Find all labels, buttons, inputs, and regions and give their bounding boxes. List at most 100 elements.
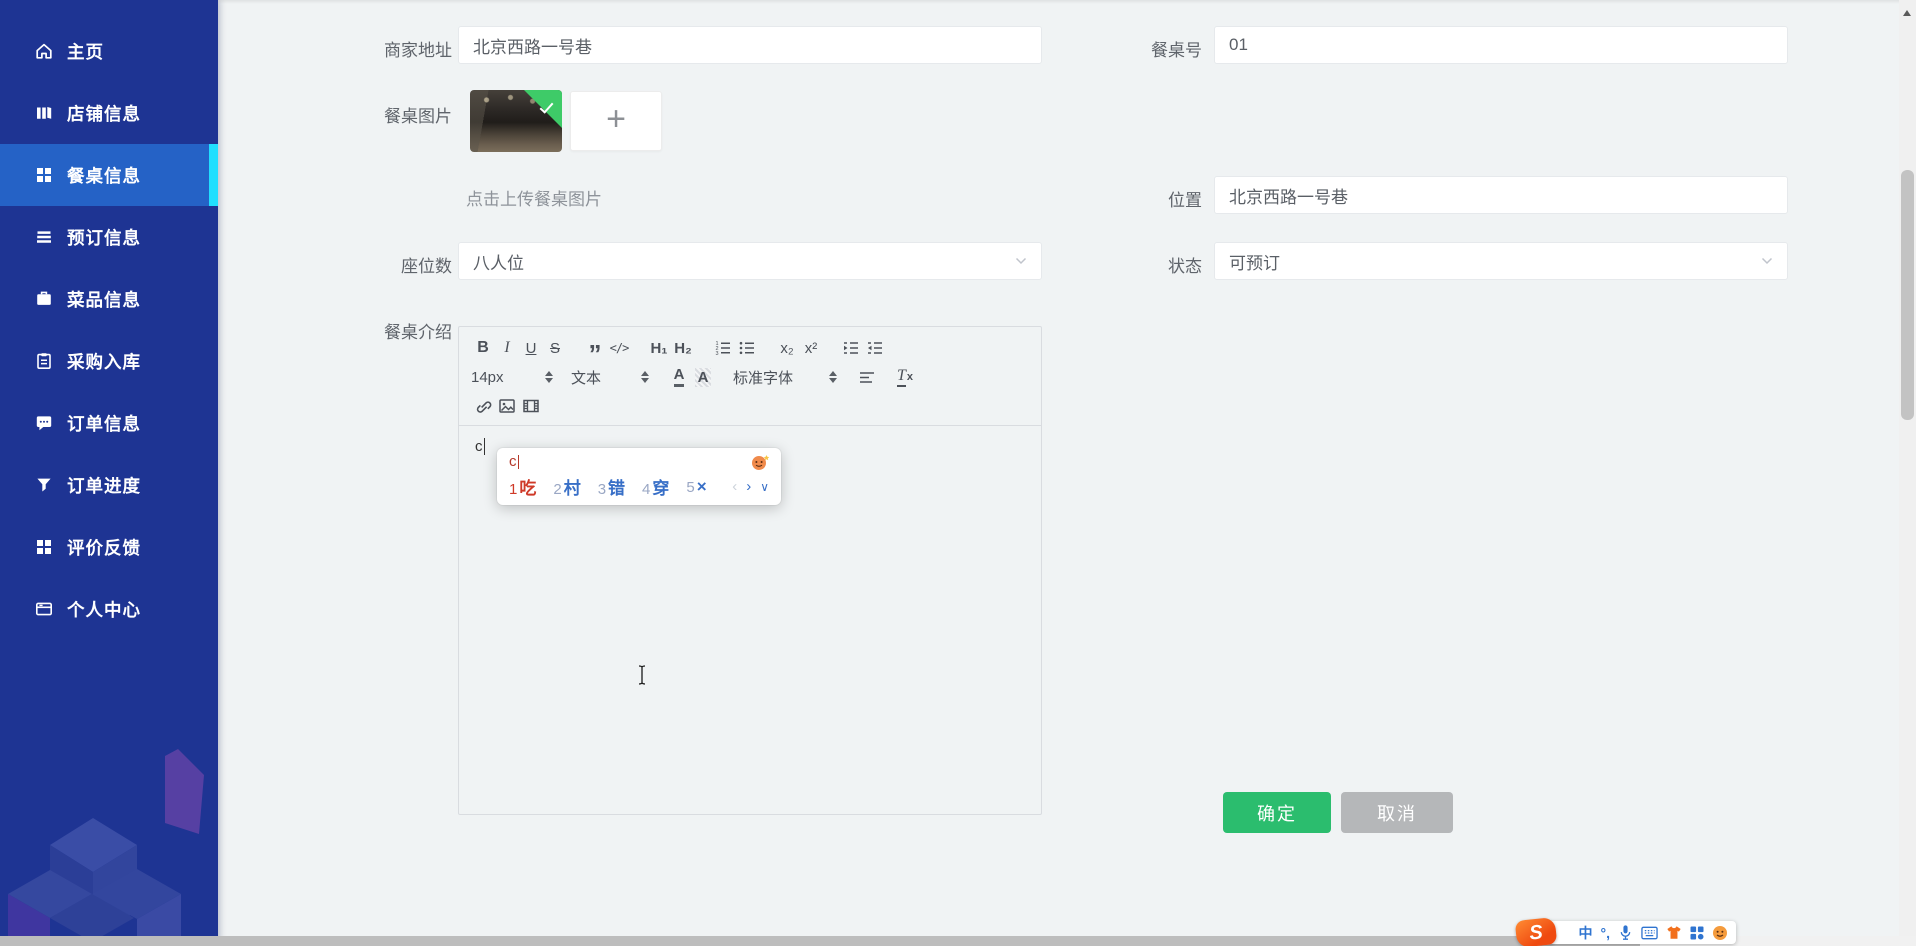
strikethrough-button[interactable]: S <box>543 337 567 359</box>
table-no-label: 餐桌号 <box>1151 41 1202 60</box>
confirm-button[interactable]: 确定 <box>1223 792 1331 833</box>
purchase-clipboard-icon <box>34 351 54 371</box>
italic-button[interactable]: I <box>495 337 519 359</box>
microphone-icon[interactable] <box>1618 924 1633 941</box>
sidebar-decoration-cubes <box>8 749 204 946</box>
indent-button[interactable] <box>863 337 887 359</box>
ime-candidate-popup: c 1吃 2村 3错 4穿 5 × ‹ › ∨ <box>497 448 781 505</box>
header1-button[interactable]: H₁ <box>647 337 671 359</box>
sidebar-item-feedback[interactable]: 评价反馈 <box>0 516 218 578</box>
sidebar-item-shop-info[interactable]: 店铺信息 <box>0 82 218 144</box>
home-icon <box>34 41 54 61</box>
sidebar-item-dish-info[interactable]: 菜品信息 <box>0 268 218 330</box>
editor-toolbar: B I U S ” </> H₁ H₂ 123 x₂ x² 14px 文本 A … <box>459 327 1041 426</box>
ime-caret <box>517 454 519 469</box>
table-no-input[interactable] <box>1214 26 1788 64</box>
sidebar-item-reservation-info[interactable]: 预订信息 <box>0 206 218 268</box>
horizontal-scrollbar-thumb[interactable] <box>0 936 1640 946</box>
keyboard-icon[interactable] <box>1641 926 1658 940</box>
bold-button[interactable]: B <box>471 337 495 359</box>
font-size-select[interactable]: 14px <box>471 369 553 386</box>
shop-icon <box>34 103 54 123</box>
scroll-up-arrow-icon[interactable] <box>1903 6 1911 16</box>
underline-button[interactable]: U <box>519 337 543 359</box>
add-image-button[interactable]: + <box>570 91 662 151</box>
sidebar-item-label: 店铺信息 <box>67 103 141 124</box>
sogou-punctuation-button[interactable]: °, <box>1601 925 1611 941</box>
code-block-button[interactable]: </> <box>607 337 631 359</box>
merchant-address-input[interactable] <box>458 26 1042 64</box>
toolbox-grid-icon[interactable] <box>1690 926 1704 940</box>
ime-candidate[interactable]: 3错 <box>598 474 625 499</box>
sidebar-item-label: 菜品信息 <box>67 289 141 310</box>
sidebar-item-profile[interactable]: 个人中心 <box>0 578 218 640</box>
location-input[interactable] <box>1214 176 1788 214</box>
sidebar-item-label: 评价反馈 <box>67 537 141 558</box>
sidebar: 主页 店铺信息 餐桌信息 预订信息 菜品信息 采购入库 订单信息 订单进度 评价… <box>0 0 218 946</box>
blockquote-button[interactable]: ” <box>583 337 607 367</box>
cancel-button[interactable]: 取消 <box>1341 792 1453 833</box>
sidebar-item-order-info[interactable]: 订单信息 <box>0 392 218 454</box>
sidebar-item-home[interactable]: 主页 <box>0 20 218 82</box>
status-select-value: 可预订 <box>1229 253 1280 273</box>
ime-candidate-row: 1吃 2村 3错 4穿 5 × ‹ › ∨ <box>509 474 769 499</box>
paragraph-format-select[interactable]: 文本 <box>571 367 649 388</box>
order-progress-funnel-icon <box>34 475 54 495</box>
bullet-list-button[interactable] <box>735 337 759 359</box>
dish-briefcase-icon <box>34 289 54 309</box>
sidebar-item-order-progress[interactable]: 订单进度 <box>0 454 218 516</box>
profile-card-icon <box>34 599 54 619</box>
background-color-button[interactable]: A <box>691 366 715 388</box>
seats-select[interactable]: 八人位 <box>458 242 1042 280</box>
sidebar-item-label: 预订信息 <box>67 227 141 248</box>
ime-expand-arrow[interactable]: ∨ <box>760 480 769 494</box>
chevron-down-icon <box>1761 257 1773 265</box>
ime-next-page-arrow[interactable]: › <box>746 478 751 495</box>
sogou-toolbar: 中 °, <box>1548 921 1736 944</box>
table-image-thumbnail[interactable] <box>470 90 562 152</box>
header2-button[interactable]: H₂ <box>671 337 695 359</box>
superscript-button[interactable]: x² <box>799 337 823 359</box>
ime-emoji-button[interactable] <box>749 453 771 476</box>
sidebar-item-label: 订单进度 <box>67 475 141 496</box>
editor-typed-text: c <box>475 438 483 455</box>
sidebar-item-purchase-inbound[interactable]: 采购入库 <box>0 330 218 392</box>
text-caret <box>483 438 485 455</box>
status-label: 状态 <box>1168 257 1202 276</box>
ordered-list-button[interactable]: 123 <box>711 337 735 359</box>
ime-candidate[interactable]: 5 × <box>686 477 706 497</box>
subscript-button[interactable]: x₂ <box>775 337 799 359</box>
reservation-list-icon <box>34 227 54 247</box>
table-description-label: 餐桌介绍 <box>384 323 452 342</box>
skin-shirt-icon[interactable] <box>1666 925 1682 940</box>
sogou-logo[interactable]: S <box>1514 916 1558 946</box>
sogou-chinese-mode-button[interactable]: 中 <box>1579 923 1593 943</box>
font-family-select[interactable]: 标准字体 <box>733 367 837 388</box>
feedback-grid-icon <box>34 537 54 557</box>
ime-candidate[interactable]: 1吃 <box>509 474 536 499</box>
merchant-address-label: 商家地址 <box>384 41 452 60</box>
ime-prev-page-arrow[interactable]: ‹ <box>732 478 737 495</box>
updown-arrows-icon <box>641 371 649 383</box>
vertical-scrollbar-thumb[interactable] <box>1901 170 1914 420</box>
paragraph-format-value: 文本 <box>571 369 602 387</box>
clear-format-button[interactable]: Tx <box>893 366 917 388</box>
seats-select-value: 八人位 <box>473 253 524 273</box>
text-color-button[interactable]: A <box>667 366 691 388</box>
emoji-face-icon[interactable] <box>1712 925 1728 941</box>
chevron-down-icon <box>1015 257 1027 265</box>
ime-candidate[interactable]: 2村 <box>553 474 580 499</box>
upload-hint-text: 点击上传餐桌图片 <box>466 190 602 209</box>
sidebar-item-table-info[interactable]: 餐桌信息 <box>0 144 218 206</box>
link-button[interactable] <box>471 395 495 417</box>
updown-arrows-icon <box>829 371 837 383</box>
video-button[interactable] <box>519 395 543 417</box>
align-button[interactable] <box>855 366 879 388</box>
status-select[interactable]: 可预订 <box>1214 242 1788 280</box>
ime-candidate[interactable]: 4穿 <box>642 474 669 499</box>
table-image-label: 餐桌图片 <box>384 107 452 126</box>
image-button[interactable] <box>495 395 519 417</box>
outdent-button[interactable] <box>839 337 863 359</box>
font-size-value: 14px <box>471 368 504 386</box>
table-description-editor: B I U S ” </> H₁ H₂ 123 x₂ x² 14px 文本 A … <box>458 326 1042 815</box>
